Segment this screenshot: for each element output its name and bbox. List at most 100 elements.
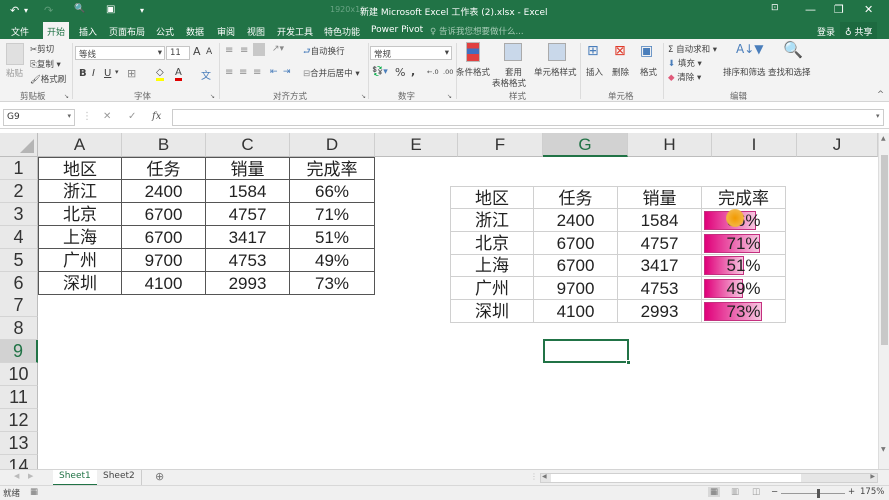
table-cell[interactable]: 3417 bbox=[618, 254, 702, 278]
table-cell[interactable]: 广州 bbox=[450, 277, 534, 301]
column-header-b[interactable]: B bbox=[122, 133, 206, 157]
tab-insert[interactable]: 插入 bbox=[75, 24, 101, 39]
minimize-button[interactable]: — bbox=[805, 3, 816, 16]
align-right-icon[interactable]: ≡ bbox=[253, 67, 261, 78]
clear-button[interactable]: ◆ 清除 ▾ bbox=[668, 71, 701, 83]
table-cell[interactable]: 2993 bbox=[206, 271, 290, 295]
table-cell[interactable]: 浙江 bbox=[450, 208, 534, 232]
print-preview-icon[interactable]: 🔍 bbox=[74, 4, 85, 14]
customize-quick-access-icon[interactable]: ▾ bbox=[140, 6, 144, 15]
row-header-2[interactable]: 2 bbox=[0, 179, 38, 203]
table-cell[interactable]: 66% bbox=[290, 179, 375, 203]
fill-button[interactable]: ⬇ 填充 ▾ bbox=[668, 57, 702, 69]
scroll-down-icon[interactable]: ▼ bbox=[881, 446, 886, 453]
tab-page-layout[interactable]: 页面布局 bbox=[105, 24, 149, 39]
table-cell[interactable]: 上海 bbox=[450, 254, 534, 278]
table-header-cell[interactable]: 完成率 bbox=[702, 185, 786, 209]
accounting-format-icon[interactable]: 💱▾ bbox=[372, 67, 388, 77]
row-header-14[interactable]: 14 bbox=[0, 454, 38, 469]
column-header-h[interactable]: H bbox=[628, 133, 712, 157]
vertical-scrollbar[interactable]: ▲ ▼ bbox=[878, 133, 889, 469]
comma-style-button[interactable]: , bbox=[411, 65, 415, 78]
table-cell[interactable]: 73% bbox=[290, 271, 375, 295]
table-header-cell[interactable]: 销量 bbox=[206, 157, 290, 180]
cancel-entry-icon[interactable]: ✕ bbox=[103, 111, 111, 122]
column-header-j[interactable]: J bbox=[797, 133, 878, 157]
table-cell[interactable]: 1584 bbox=[618, 208, 702, 232]
table-cell[interactable]: 71% bbox=[290, 202, 375, 226]
number-launcher-icon[interactable]: ↘ bbox=[447, 93, 452, 100]
undo-dropdown-icon[interactable]: ▾ bbox=[24, 6, 28, 15]
table-cell[interactable]: 4753 bbox=[206, 248, 290, 272]
drag-handle-icon[interactable]: ⋮ bbox=[82, 111, 92, 122]
tab-home[interactable]: 开始 bbox=[43, 22, 70, 39]
wrap-text-button[interactable]: ⮐自动换行 bbox=[303, 45, 345, 60]
enter-entry-icon[interactable]: ✓ bbox=[128, 111, 136, 122]
row-header-8[interactable]: 8 bbox=[0, 317, 38, 341]
table-cell[interactable]: 2400 bbox=[534, 208, 618, 232]
row-header-13[interactable]: 13 bbox=[0, 431, 38, 455]
table-cell[interactable]: 9700 bbox=[534, 277, 618, 301]
copy-button[interactable]: ⎘复制 ▾ bbox=[30, 58, 61, 70]
font-size-select[interactable]: 11 bbox=[166, 46, 190, 60]
next-sheet-icon[interactable]: ▶ bbox=[28, 472, 33, 480]
format-painter-button[interactable]: 🖌格式刷 bbox=[30, 73, 66, 85]
paste-button[interactable]: 粘贴 bbox=[6, 67, 23, 79]
table-cell[interactable]: 深圳 bbox=[38, 271, 122, 295]
scroll-right-icon[interactable]: ▶ bbox=[870, 473, 875, 480]
font-launcher-icon[interactable]: ↘ bbox=[210, 93, 215, 100]
normal-view-icon[interactable]: ▦ bbox=[708, 487, 721, 497]
table-header-cell[interactable]: 任务 bbox=[534, 185, 618, 209]
table-cell[interactable]: 3417 bbox=[206, 225, 290, 249]
restore-button[interactable]: ❐ bbox=[834, 3, 844, 16]
close-button[interactable]: ✕ bbox=[864, 3, 873, 16]
increase-decimal-button[interactable]: ←.0 bbox=[427, 68, 439, 76]
decrease-indent-icon[interactable]: ⇤ bbox=[270, 67, 278, 77]
select-all-button[interactable] bbox=[0, 133, 38, 157]
table-cell[interactable]: 6700 bbox=[534, 254, 618, 278]
table-cell[interactable]: 51% bbox=[702, 254, 786, 278]
table-header-cell[interactable]: 地区 bbox=[450, 185, 534, 209]
table-cell[interactable]: 4757 bbox=[206, 202, 290, 226]
table-cell[interactable]: 49% bbox=[702, 277, 786, 301]
collapse-ribbon-icon[interactable]: ^ bbox=[877, 90, 884, 100]
table-cell[interactable]: 6700 bbox=[122, 225, 206, 249]
table-cell[interactable]: 深圳 bbox=[450, 300, 534, 324]
table-header-cell[interactable]: 完成率 bbox=[290, 157, 375, 180]
bold-button[interactable]: B bbox=[79, 68, 87, 79]
clipboard-launcher-icon[interactable]: ↘ bbox=[64, 93, 69, 100]
table-cell[interactable]: 2400 bbox=[122, 179, 206, 203]
expand-formula-bar-icon[interactable]: ▾ bbox=[876, 112, 880, 120]
font-color-icon[interactable]: A bbox=[175, 67, 182, 81]
insert-cells-button[interactable]: 插入 bbox=[586, 66, 603, 78]
share-button[interactable]: ♁ 共享 bbox=[840, 22, 878, 39]
row-header-5[interactable]: 5 bbox=[0, 248, 38, 272]
align-center-icon[interactable]: ≡ bbox=[239, 67, 247, 78]
align-bottom-icon[interactable] bbox=[253, 43, 265, 56]
table-cell[interactable]: 4753 bbox=[618, 277, 702, 301]
redo-icon[interactable]: ↷ bbox=[44, 4, 53, 17]
worksheet-grid[interactable]: A B C D E F G H I J 1 2 3 4 5 6 7 8 9 10 11 12 13 14 地区 任务 销量 完成率 浙江… bbox=[0, 133, 878, 469]
row-header-11[interactable]: 11 bbox=[0, 386, 38, 409]
column-header-f[interactable]: F bbox=[458, 133, 543, 157]
phonetic-icon[interactable]: 文 bbox=[201, 67, 211, 82]
selected-cell-g9[interactable] bbox=[543, 339, 631, 366]
table-cell[interactable]: 73% bbox=[702, 300, 786, 324]
sign-in-link[interactable]: 登录 bbox=[817, 25, 835, 38]
tab-review[interactable]: 审阅 bbox=[213, 24, 239, 39]
table-cell[interactable]: 49% bbox=[290, 248, 375, 272]
table-cell[interactable]: 2993 bbox=[618, 300, 702, 324]
table-cell[interactable]: 9700 bbox=[122, 248, 206, 272]
table-cell[interactable]: 4100 bbox=[122, 271, 206, 295]
number-format-select[interactable]: 常规 ▾ bbox=[370, 46, 452, 60]
underline-button[interactable]: U bbox=[104, 68, 111, 79]
zoom-in-button[interactable]: + bbox=[848, 487, 855, 497]
decrease-decimal-button[interactable]: .00 bbox=[443, 68, 453, 76]
merge-center-button[interactable]: ⊟合并后居中 ▾ bbox=[303, 67, 360, 79]
zoom-slider-track[interactable] bbox=[781, 493, 845, 494]
sheet-tab-sheet2[interactable]: Sheet2 bbox=[97, 470, 142, 486]
table-cell[interactable]: 浙江 bbox=[38, 179, 122, 203]
table-cell[interactable]: 51% bbox=[290, 225, 375, 249]
borders-icon[interactable]: ⊞ bbox=[127, 67, 136, 80]
tab-power-pivot[interactable]: Power Pivot bbox=[367, 24, 427, 36]
